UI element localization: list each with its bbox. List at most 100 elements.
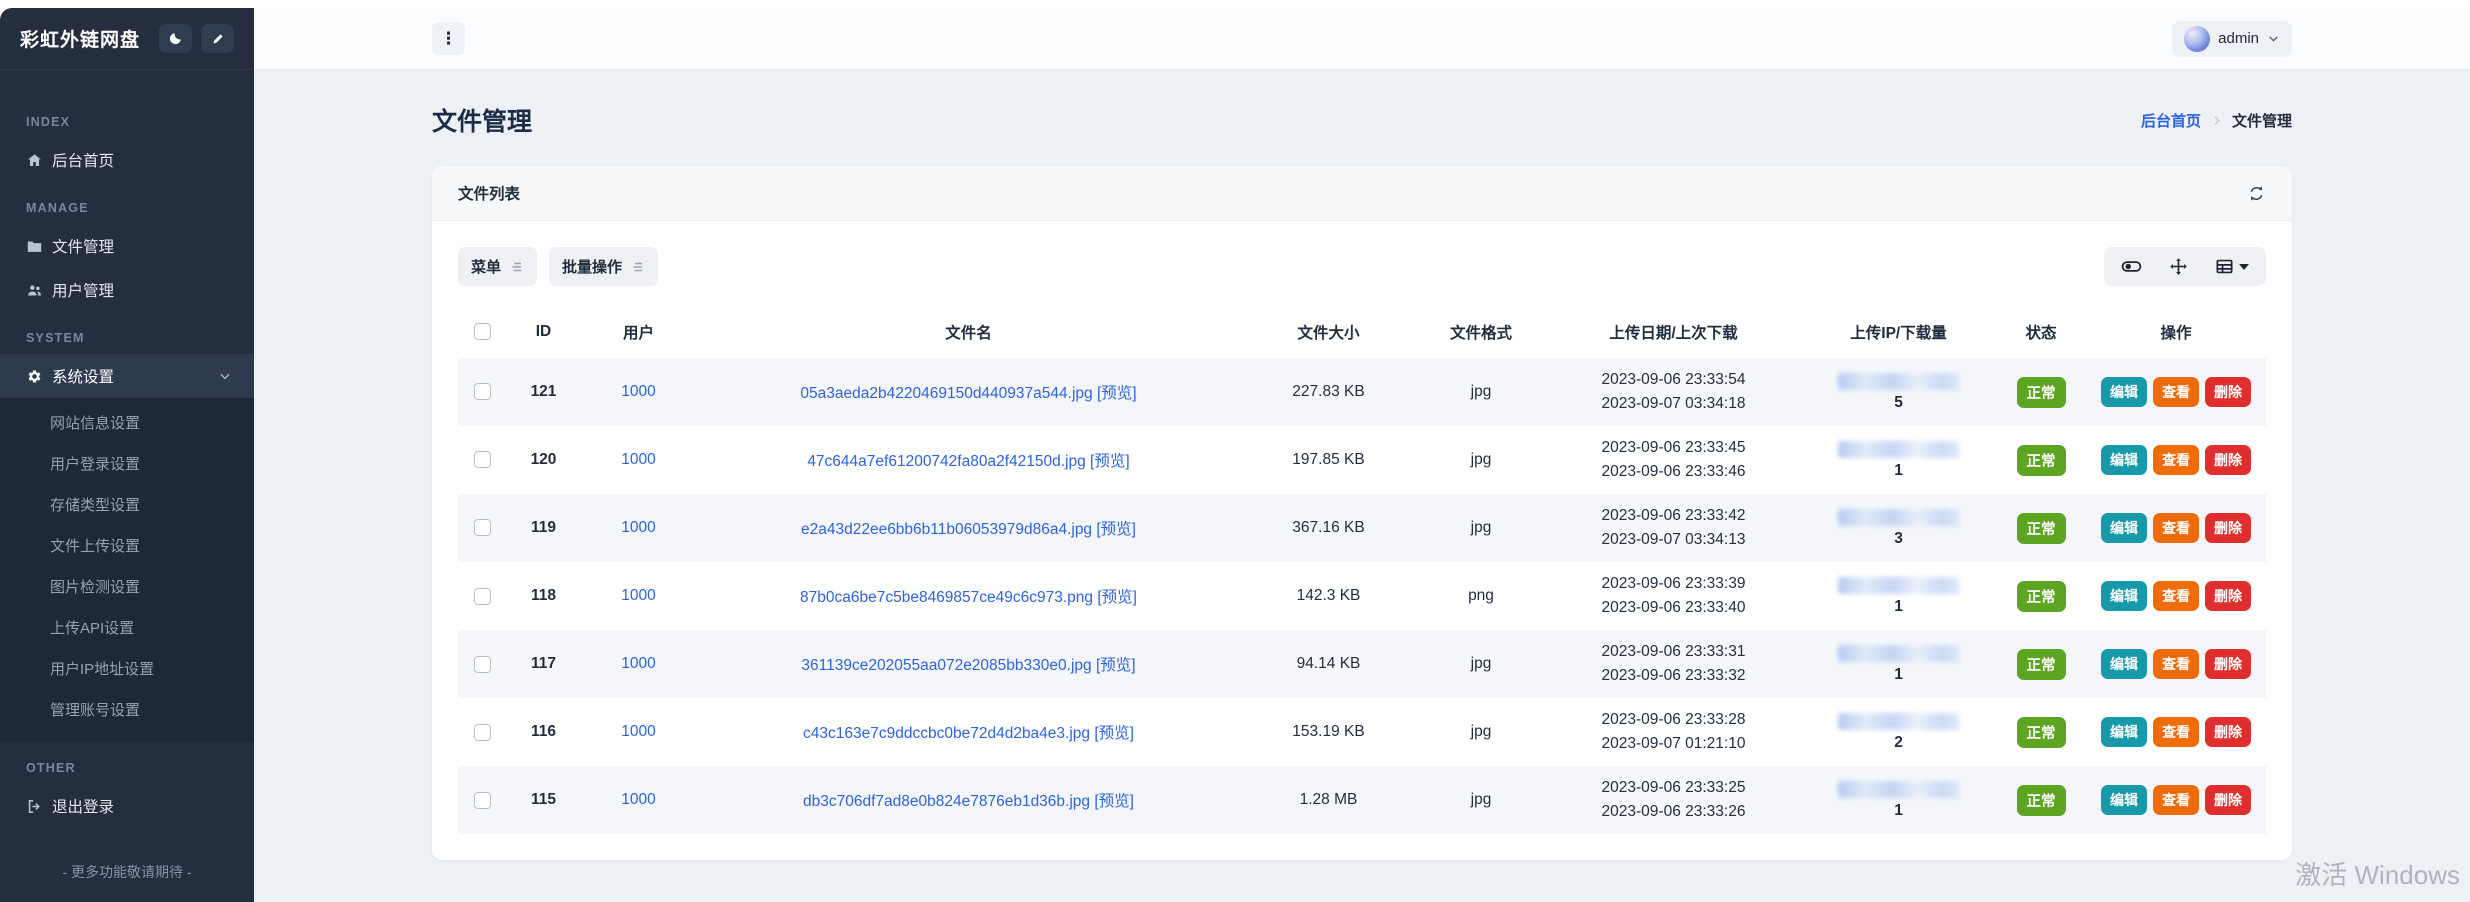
file-name-link[interactable]: 47c644a7ef61200742fa80a2f42150d.jpg <box>807 453 1085 470</box>
edit-button[interactable]: 编辑 <box>2101 377 2147 407</box>
select-all-checkbox[interactable] <box>474 323 491 340</box>
cell-id: 120 <box>506 426 581 494</box>
submenu-item-storage-type[interactable]: 存储类型设置 <box>0 484 254 525</box>
file-user-link[interactable]: 1000 <box>621 723 655 740</box>
batch-actions-button[interactable]: 批量操作 <box>549 247 658 286</box>
edit-button[interactable]: 编辑 <box>2101 581 2147 611</box>
view-button[interactable]: 查看 <box>2153 649 2199 679</box>
delete-button[interactable]: 删除 <box>2205 717 2251 747</box>
file-name-link[interactable]: 87b0ca6be7c5be8469857ce49c6c973.png <box>800 589 1093 606</box>
caret-down-icon <box>2239 264 2249 270</box>
file-name-link[interactable]: c43c163e7c9ddccbc0be72d4d2ba4e3.jpg <box>803 725 1090 742</box>
view-button[interactable]: 查看 <box>2153 581 2199 611</box>
delete-button[interactable]: 删除 <box>2205 581 2251 611</box>
user-menu[interactable]: admin <box>2172 21 2292 57</box>
file-user-link[interactable]: 1000 <box>621 791 655 808</box>
view-button[interactable]: 查看 <box>2153 785 2199 815</box>
submenu-item-image-check[interactable]: 图片检测设置 <box>0 566 254 607</box>
row-checkbox[interactable] <box>474 519 491 536</box>
file-user-link[interactable]: 1000 <box>621 587 655 604</box>
breadcrumb-current: 文件管理 <box>2232 110 2292 131</box>
file-preview-link[interactable]: [预览] <box>1096 657 1136 674</box>
cell-format: jpg <box>1416 630 1546 698</box>
file-user-link[interactable]: 1000 <box>621 451 655 468</box>
status-badge: 正常 <box>2017 445 2066 476</box>
submenu-item-admin-account[interactable]: 管理账号设置 <box>0 689 254 730</box>
view-button[interactable]: 查看 <box>2153 377 2199 407</box>
file-name-link[interactable]: 361139ce202055aa072e2085bb330e0.jpg <box>801 657 1091 674</box>
sidebar-item-label: 后台首页 <box>52 149 114 171</box>
file-preview-link[interactable]: [预览] <box>1097 385 1137 402</box>
table-row: 121 1000 05a3aeda2b4220469150d440937a544… <box>458 358 2266 426</box>
file-name-link[interactable]: e2a43d22ee6bb6b11b06053979d86a4.jpg <box>801 521 1092 538</box>
toggle-view-button[interactable] <box>2121 256 2142 277</box>
file-preview-link[interactable]: [预览] <box>1090 453 1130 470</box>
file-user-link[interactable]: 1000 <box>621 519 655 536</box>
card-header: 文件列表 <box>432 166 2292 221</box>
columns-button[interactable] <box>2215 257 2249 276</box>
edit-button[interactable]: 编辑 <box>2101 513 2147 543</box>
submenu-item-file-upload[interactable]: 文件上传设置 <box>0 525 254 566</box>
table-row: 116 1000 c43c163e7c9ddccbc0be72d4d2ba4e3… <box>458 698 2266 766</box>
submenu-item-user-ip[interactable]: 用户IP地址设置 <box>0 648 254 689</box>
delete-button[interactable]: 删除 <box>2205 377 2251 407</box>
breadcrumb: 后台首页 文件管理 <box>2141 110 2292 131</box>
delete-button[interactable]: 删除 <box>2205 513 2251 543</box>
more-menu-button[interactable]: ⋮ <box>432 22 465 55</box>
file-user-link[interactable]: 1000 <box>621 655 655 672</box>
app-frame: 彩虹外链网盘 INDEX 后台首页 MANAGE <box>0 8 2470 902</box>
view-button[interactable]: 查看 <box>2153 717 2199 747</box>
sidebar-item-users[interactable]: 用户管理 <box>0 268 254 312</box>
row-checkbox[interactable] <box>474 383 491 400</box>
status-badge: 正常 <box>2017 377 2066 408</box>
reorder-button[interactable] <box>2169 257 2188 276</box>
menu-button[interactable]: 菜单 <box>458 247 537 286</box>
delete-button[interactable]: 删除 <box>2205 649 2251 679</box>
gear-icon <box>26 368 43 385</box>
file-name-link[interactable]: 05a3aeda2b4220469150d440937a544.jpg <box>800 385 1092 402</box>
sidebar-item-files[interactable]: 文件管理 <box>0 224 254 268</box>
delete-button[interactable]: 删除 <box>2205 445 2251 475</box>
file-preview-link[interactable]: [预览] <box>1097 589 1137 606</box>
row-checkbox[interactable] <box>474 588 491 605</box>
sidebar-nav: INDEX 后台首页 MANAGE 文件管理 用户管理 SYSTE <box>0 70 254 882</box>
row-checkbox[interactable] <box>474 724 491 741</box>
sidebar-item-settings[interactable]: 系统设置 <box>0 354 254 398</box>
sidebar-item-logout[interactable]: 退出登录 <box>0 784 254 828</box>
cell-size: 197.85 KB <box>1241 426 1416 494</box>
page-head: 文件管理 后台首页 文件管理 <box>254 70 2470 138</box>
file-preview-link[interactable]: [预览] <box>1096 521 1136 538</box>
row-checkbox[interactable] <box>474 451 491 468</box>
breadcrumb-home-link[interactable]: 后台首页 <box>2141 110 2201 131</box>
status-badge: 正常 <box>2017 717 2066 748</box>
file-preview-link[interactable]: [预览] <box>1094 793 1134 810</box>
file-preview-link[interactable]: [预览] <box>1094 725 1134 742</box>
toggle-icon <box>2121 256 2142 277</box>
edit-button[interactable]: 编辑 <box>2101 785 2147 815</box>
sidebar-item-dashboard[interactable]: 后台首页 <box>0 138 254 182</box>
delete-button[interactable]: 删除 <box>2205 785 2251 815</box>
theme-edit-button[interactable] <box>201 24 234 53</box>
file-name-link[interactable]: db3c706df7ad8e0b824e7876eb1d36b.jpg <box>803 793 1090 810</box>
status-badge: 正常 <box>2017 513 2066 544</box>
dark-mode-button[interactable] <box>159 24 192 53</box>
status-badge: 正常 <box>2017 649 2066 680</box>
refresh-button[interactable] <box>2247 184 2266 203</box>
chevron-down-icon <box>2267 32 2280 45</box>
submenu-item-site-info[interactable]: 网站信息设置 <box>0 402 254 443</box>
view-button[interactable]: 查看 <box>2153 445 2199 475</box>
cell-size: 94.14 KB <box>1241 630 1416 698</box>
submenu-item-user-login[interactable]: 用户登录设置 <box>0 443 254 484</box>
edit-button[interactable]: 编辑 <box>2101 717 2147 747</box>
row-checkbox[interactable] <box>474 656 491 673</box>
edit-button[interactable]: 编辑 <box>2101 445 2147 475</box>
users-icon <box>26 282 43 299</box>
cell-size: 367.16 KB <box>1241 494 1416 562</box>
col-size: 文件大小 <box>1241 306 1416 358</box>
table-row: 117 1000 361139ce202055aa072e2085bb330e0… <box>458 630 2266 698</box>
submenu-item-upload-api[interactable]: 上传API设置 <box>0 607 254 648</box>
view-button[interactable]: 查看 <box>2153 513 2199 543</box>
file-user-link[interactable]: 1000 <box>621 383 655 400</box>
row-checkbox[interactable] <box>474 792 491 809</box>
edit-button[interactable]: 编辑 <box>2101 649 2147 679</box>
